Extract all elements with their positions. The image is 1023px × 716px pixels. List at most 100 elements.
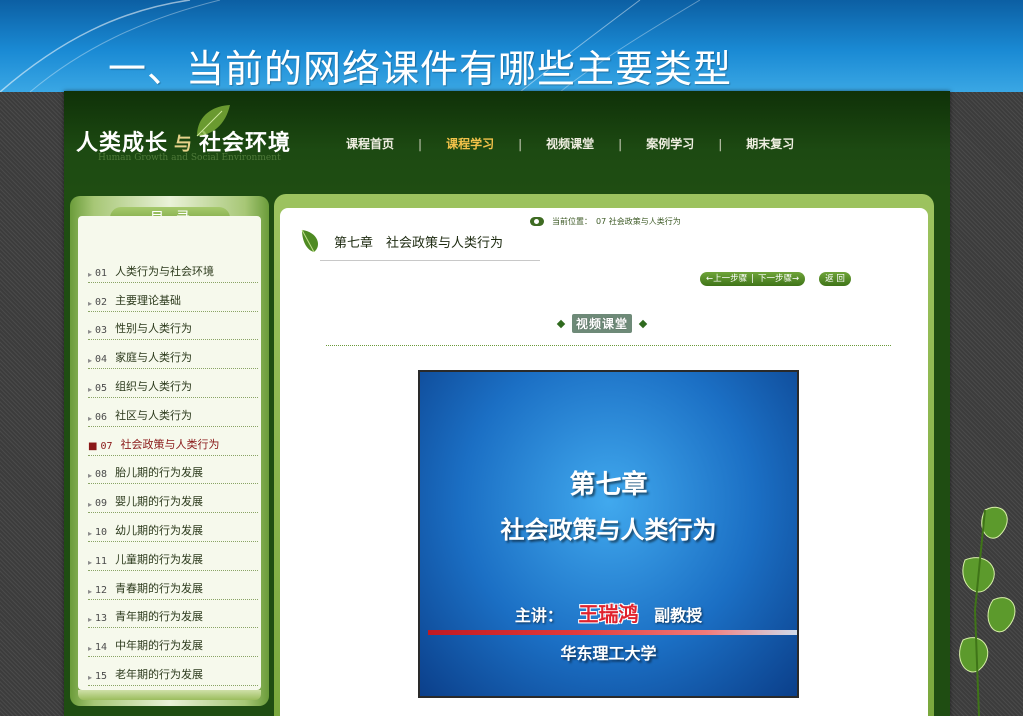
nav-separator: | — [418, 136, 423, 151]
toc-label: 组织与人类行为 — [115, 379, 193, 393]
video-topic: 社会政策与人类行为 — [500, 516, 717, 544]
slide-header: 一、当前的网络课件有哪些主要类型 — [0, 0, 1023, 92]
toc-item-14[interactable]: ▸ 14 中年期的行为发展 — [88, 628, 258, 658]
location-value: 07 社会政策与人类行为 — [596, 216, 681, 226]
dotted-divider — [326, 345, 891, 346]
toc-label: 胎儿期的行为发展 — [115, 466, 204, 480]
toc-num: 01 — [95, 267, 108, 279]
toc-num: 10 — [95, 526, 108, 538]
lecturer-title: 副教授 — [654, 606, 703, 625]
course-website: 人类成长与社会环境 Human Growth and Social Enviro… — [64, 91, 950, 716]
toc-item-04[interactable]: ▸ 04 家庭与人类行为 — [88, 340, 258, 370]
toc-item-11[interactable]: ▸ 11 儿童期的行为发展 — [88, 542, 258, 571]
section-heading: 视频课堂 — [550, 314, 654, 333]
toc-list: ▸ 01 人类行为与社会环境 ▸ 02 主要理论基础 ▸ 03 性别与人类行为 ▸ 04 家庭与… — [88, 254, 258, 686]
bullet-icon: ▸ — [88, 298, 93, 308]
logo-leaf-icon — [196, 105, 230, 137]
toc-num: 07 — [100, 440, 113, 452]
chapter-title: 第七章 社会政策与人类行为 — [334, 235, 504, 251]
next-step-button[interactable]: 下一步骤→ — [758, 272, 799, 286]
toc-footer — [78, 690, 261, 700]
toc-item-02[interactable]: ▸ 02 主要理论基础 — [88, 283, 258, 312]
video-chapter: 第七章 — [569, 470, 648, 500]
lecturer-name: 王瑞鸿 — [578, 602, 639, 626]
bullet-icon: ▸ — [88, 615, 93, 625]
toc-num: 02 — [95, 296, 108, 308]
step-pill: ←上一步骤 | 下一步骤→ — [700, 272, 806, 286]
toc-label: 婴儿期的行为发展 — [115, 495, 204, 509]
bullet-icon: ▸ — [88, 327, 93, 337]
toc-label: 中年期的行为发展 — [115, 639, 204, 653]
toc-num: 08 — [95, 469, 108, 481]
step-buttons: ←上一步骤 | 下一步骤→ 返 回 — [700, 272, 851, 286]
toc-item-06[interactable]: ▸ 06 社区与人类行为 — [88, 398, 258, 427]
bullet-icon: ▸ — [88, 384, 93, 394]
section-title: 视频课堂 — [572, 314, 633, 333]
nav-final-review[interactable]: 期末复习 — [746, 135, 794, 152]
toc-num: 15 — [95, 670, 108, 682]
video-red-line — [428, 630, 797, 635]
diamond-icon — [638, 319, 648, 328]
toc-item-03[interactable]: ▸ 03 性别与人类行为 — [88, 312, 258, 341]
nav-video-class[interactable]: 视频课堂 — [546, 135, 594, 152]
nav-separator: | — [618, 136, 623, 151]
video-university: 华东理工大学 — [560, 644, 657, 663]
bullet-icon: ▸ — [88, 644, 93, 654]
toc-label: 社区与人类行为 — [115, 408, 193, 422]
bullet-icon: ▸ — [88, 269, 93, 279]
toc-num: 03 — [95, 325, 108, 337]
toc-label: 主要理论基础 — [115, 293, 182, 307]
pill-separator: | — [751, 274, 754, 284]
toc-item-09[interactable]: ▸ 09 婴儿期的行为发展 — [88, 484, 258, 514]
toc-panel: ▸ 01 人类行为与社会环境 ▸ 02 主要理论基础 ▸ 03 性别与人类行为 ▸ 04 家庭与… — [78, 216, 261, 690]
toc-item-12[interactable]: ▸ 12 青春期的行为发展 — [88, 571, 258, 600]
video-player[interactable]: 第七章 社会政策与人类行为 主讲： 王瑞鸿 副教授 华东理工大学 — [418, 370, 799, 698]
slide-title: 一、当前的网络课件有哪些主要类型 — [108, 47, 733, 91]
toc-item-07[interactable]: ■ 07 社会政策与人类行为 — [88, 427, 258, 456]
bullet-icon: ▸ — [88, 500, 93, 510]
bullet-icon: ▸ — [88, 586, 93, 596]
toc-num: 14 — [95, 642, 108, 654]
toc-label: 人类行为与社会环境 — [115, 264, 215, 278]
toc-label: 幼儿期的行为发展 — [115, 523, 204, 537]
breadcrumb: 当前位置： 07 社会政策与人类行为 — [530, 212, 910, 230]
back-button[interactable]: 返 回 — [819, 272, 851, 286]
toc-label: 家庭与人类行为 — [115, 351, 193, 365]
toc-item-13[interactable]: ▸ 13 青年期的行为发展 — [88, 600, 258, 629]
toc-item-08[interactable]: ▸ 08 胎儿期的行为发展 — [88, 456, 258, 485]
logo-subtitle: Human Growth and Social Environment — [98, 153, 281, 163]
leaf-decoration-icon — [959, 506, 1016, 716]
lecturer-prefix: 主讲： — [514, 606, 563, 625]
toc-item-01[interactable]: ▸ 01 人类行为与社会环境 — [88, 254, 258, 283]
toc-item-15[interactable]: ▸ 15 老年期的行为发展 — [88, 657, 258, 686]
toc-num: 12 — [95, 584, 108, 596]
toc-num: 05 — [95, 382, 108, 394]
toc-sidebar: 目录 ▸01人类行为与社会环境 ▸02主要理论基础 ▸03性别与人类行为 ▸04… — [70, 196, 269, 706]
bullet-icon: ▸ — [88, 672, 93, 682]
nav-case-study[interactable]: 案例学习 — [646, 135, 694, 152]
toc-num: 11 — [95, 555, 108, 567]
toc-label: 青春期的行为发展 — [115, 581, 204, 595]
toc-num: 04 — [95, 354, 108, 366]
site-header: 人类成长与社会环境 Human Growth and Social Enviro… — [64, 91, 950, 191]
prev-step-button[interactable]: ←上一步骤 — [706, 272, 747, 286]
nav-home[interactable]: 课程首页 — [346, 135, 394, 152]
video-lecturer: 主讲： 王瑞鸿 副教授 — [420, 598, 797, 627]
toc-item-10[interactable]: ▸ 10 幼儿期的行为发展 — [88, 513, 258, 542]
bullet-icon: ▸ — [88, 528, 93, 538]
toc-label: 社会政策与人类行为 — [120, 437, 220, 451]
location-icon — [530, 216, 544, 226]
toc-label: 老年期的行为发展 — [115, 667, 204, 681]
chapter-heading: 第七章 社会政策与人类行为 — [300, 228, 503, 254]
main-nav: 课程首页 | 课程学习 | 视频课堂 | 案例学习 | 期末复习 — [346, 135, 794, 152]
nav-course-study[interactable]: 课程学习 — [446, 135, 494, 152]
diamond-icon — [556, 319, 566, 328]
logo-conj: 与 — [174, 134, 194, 155]
toc-item-05[interactable]: ▸ 05 组织与人类行为 — [88, 369, 258, 398]
bullet-icon: ▸ — [88, 471, 93, 481]
bullet-icon: ▸ — [88, 356, 93, 366]
nav-separator: | — [518, 136, 523, 151]
content-frame: 当前位置： 07 社会政策与人类行为 第七章 社会政策与人类行为 ←上一步骤 |… — [274, 194, 934, 716]
nav-separator: | — [718, 136, 723, 151]
divider — [320, 260, 540, 261]
